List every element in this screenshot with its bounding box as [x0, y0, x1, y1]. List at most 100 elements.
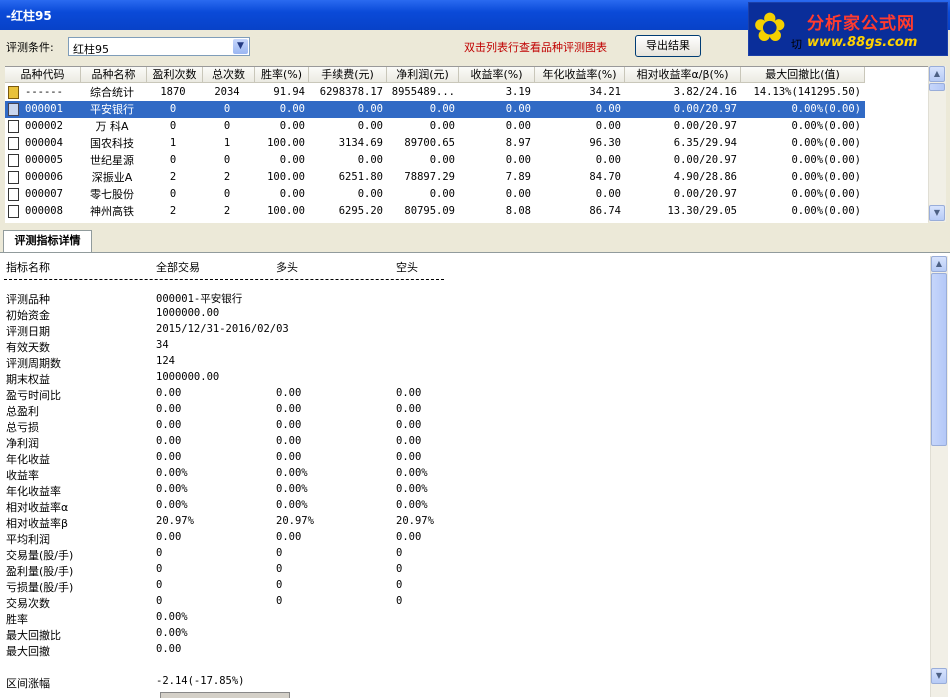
table-row[interactable]: 000006 深振业A 2 2 100.00 6251.80 78897.29 7.89 84.…: [5, 169, 865, 186]
file-icon: [8, 103, 19, 116]
cell-rel: 0.00/20.97: [673, 120, 737, 132]
table-row[interactable]: 000005 世纪星源 0 0 0.00 0.00 0.00 0.00 0.00 0.00/20.…: [5, 152, 865, 169]
cell-win: 2: [169, 171, 177, 183]
detail-label: 相对收益率α: [6, 501, 69, 514]
cell-name: 神州高铁: [90, 205, 134, 218]
cell-rate: 0.00: [279, 188, 305, 200]
bottom-tab-strip[interactable]: [160, 692, 290, 698]
cell-name: 零七股份: [90, 188, 134, 201]
cell-rel: 4.90/28.86: [673, 171, 737, 183]
table-row[interactable]: ------ 综合统计 1870 2034 91.94 6298378.17 8955489…: [5, 84, 865, 101]
detail-label: 净利润: [6, 437, 39, 450]
chevron-down-icon[interactable]: ▼: [233, 39, 248, 54]
scroll-up-icon[interactable]: ▲: [929, 66, 945, 82]
scroll-thumb[interactable]: [929, 83, 945, 91]
column-header[interactable]: 收益率(%): [459, 67, 535, 83]
column-header[interactable]: 品种代码: [5, 67, 81, 83]
cell-name: 深振业A: [91, 171, 133, 184]
detail-label: 总亏损: [6, 421, 39, 434]
scroll-thumb[interactable]: [931, 273, 947, 446]
detail-short: 0.00: [396, 403, 422, 415]
detail-header-name: 指标名称: [6, 261, 50, 274]
detail-all: 0.00: [156, 531, 182, 543]
detail-short: 0.00: [396, 451, 422, 463]
cell-code: 000008: [25, 205, 63, 217]
export-button[interactable]: 导出结果: [635, 35, 701, 57]
cell-annual: 0.00: [595, 120, 621, 132]
table-scrollbar[interactable]: ▲ ▼: [928, 66, 946, 222]
column-header[interactable]: 胜率(%): [255, 67, 309, 83]
cell-rel: 0.00/20.97: [673, 103, 737, 115]
detail-long: 0.00%: [276, 467, 308, 479]
results-table: 品种代码 品种名称 盈利次数 总次数 胜率(%) 手续费(元) 净利润(元) 收益率(%) 年化…: [5, 66, 928, 223]
cell-rate: 100.00: [267, 137, 305, 149]
column-header[interactable]: 最大回撤比(值): [741, 67, 865, 83]
cell-code: 000004: [25, 137, 63, 149]
condition-select[interactable]: 红柱95 ▼: [68, 37, 250, 56]
cell-code: 000001: [25, 103, 63, 115]
detail-label: 盈利量(股/手): [6, 565, 74, 578]
detail-header-short: 空头: [396, 261, 418, 274]
cell-name: 世纪星源: [90, 154, 134, 167]
detail-label: 盈亏时间比: [6, 389, 61, 402]
column-header[interactable]: 年化收益率(%): [535, 67, 625, 83]
detail-long: 0.00: [276, 531, 302, 543]
detail-short: 0.00: [396, 387, 422, 399]
cell-code: ------: [25, 86, 63, 98]
detail-label: 最大回撤比: [6, 629, 61, 642]
detail-label: 收益率: [6, 469, 39, 482]
column-header[interactable]: 手续费(元): [309, 67, 387, 83]
cell-profit: 80795.09: [404, 205, 455, 217]
logo-url: www.88gs.com: [807, 35, 918, 50]
cell-code: 000005: [25, 154, 63, 166]
cell-fee: 3134.69: [338, 137, 383, 149]
column-header[interactable]: 品种名称: [81, 67, 147, 83]
cell-ret: 8.97: [505, 137, 531, 149]
table-row[interactable]: 000004 国农科技 1 1 100.00 3134.69 89700.65 8.97 96.…: [5, 135, 865, 152]
detail-label: 初始资金: [6, 309, 50, 322]
cell-profit: 78897.29: [404, 171, 455, 183]
detail-all: 0.00%: [156, 467, 188, 479]
detail-short: 0.00%: [396, 483, 428, 495]
cell-total: 0: [223, 120, 231, 132]
table-row[interactable]: 000001 平安银行 0 0 0.00 0.00 0.00 0.00 0.00 0.00/20.…: [5, 101, 865, 118]
detail-header-long: 多头: [276, 261, 298, 274]
detail-all: 0: [156, 595, 163, 607]
detail-all: 0.00: [156, 643, 182, 655]
column-header[interactable]: 总次数: [203, 67, 255, 83]
detail-short: 0.00%: [396, 499, 428, 511]
cell-win: 0: [169, 103, 177, 115]
cell-dd: 0.00%(0.00): [791, 188, 861, 200]
cell-profit: 0.00: [429, 120, 455, 132]
cell-total: 2: [223, 205, 231, 217]
scroll-down-icon[interactable]: ▼: [929, 205, 945, 221]
table-row[interactable]: 000007 零七股份 0 0 0.00 0.00 0.00 0.00 0.00 0.00/20.…: [5, 186, 865, 203]
cell-fee: 0.00: [357, 154, 383, 166]
column-header[interactable]: 相对收益率α/β(%): [625, 67, 741, 83]
cell-ret: 0.00: [505, 103, 531, 115]
file-icon: [8, 137, 19, 150]
cell-annual: 0.00: [595, 188, 621, 200]
detail-all: 0.00: [156, 435, 182, 447]
scroll-up-icon[interactable]: ▲: [931, 256, 947, 272]
cell-code: 000006: [25, 171, 63, 183]
site-logo: ✿ 分析家公式网 www.88gs.com: [748, 2, 948, 56]
detail-all: 2015/12/31-2016/02/03: [156, 323, 289, 335]
toolbar-right-label[interactable]: 切: [791, 36, 802, 52]
detail-all: 0.00%: [156, 499, 188, 511]
cell-ret: 3.19: [505, 86, 531, 98]
cell-dd: 14.13%(141295.50): [753, 86, 861, 98]
cell-win: 0: [169, 154, 177, 166]
scroll-down-icon[interactable]: ▼: [931, 668, 947, 684]
tab-detail[interactable]: 评测指标详情: [3, 230, 92, 252]
detail-long: 0.00: [276, 387, 302, 399]
column-header[interactable]: 净利润(元): [387, 67, 459, 83]
column-header[interactable]: 盈利次数: [147, 67, 203, 83]
table-row[interactable]: 000008 神州高铁 2 2 100.00 6295.20 80795.09 8.08 86.…: [5, 203, 865, 220]
table-row[interactable]: 000002 万 科A 0 0 0.00 0.00 0.00 0.00 0.00 0.00/20.…: [5, 118, 865, 135]
cell-rate: 100.00: [267, 205, 305, 217]
detail-label: 最大回撤: [6, 645, 50, 658]
cell-win: 2: [169, 205, 177, 217]
file-icon: [8, 171, 19, 184]
detail-scrollbar[interactable]: ▲ ▼: [930, 256, 948, 697]
